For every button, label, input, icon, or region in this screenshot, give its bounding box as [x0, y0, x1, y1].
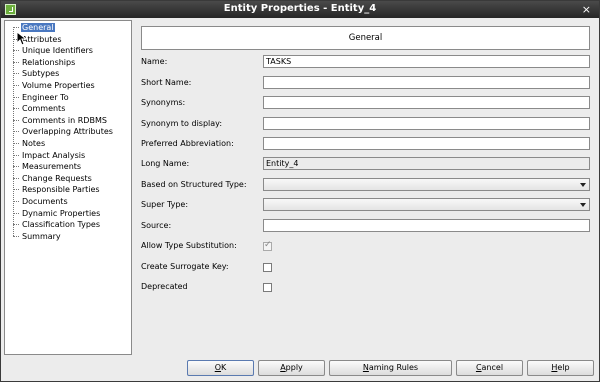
- tree-item-change-requests[interactable]: Change Requests: [13, 173, 93, 184]
- super-type-label: Super Type:: [141, 200, 189, 209]
- super-type-select[interactable]: [263, 198, 590, 211]
- tree-item-label: Attributes: [22, 34, 62, 44]
- chevron-down-icon: [580, 183, 586, 187]
- tree-connector: [13, 224, 19, 226]
- tree-item-classification-types[interactable]: Classification Types: [13, 219, 101, 230]
- tree-connector: [13, 119, 19, 121]
- chevron-down-icon: [580, 203, 586, 207]
- name-label: Name:: [141, 57, 168, 66]
- allow-type-substitution-checkbox: [263, 240, 272, 251]
- synonyms-label: Synonyms:: [141, 98, 186, 107]
- tree-connector: [13, 189, 19, 191]
- tree-item-label: Comments in RDBMS: [22, 115, 107, 125]
- naming-label-rest: aming Rules: [368, 363, 419, 372]
- name-field[interactable]: TASKS: [263, 55, 590, 68]
- tree-item-comments[interactable]: Comments: [13, 103, 66, 114]
- tree-item-label: Subtypes: [22, 69, 60, 79]
- tree-connector: [13, 108, 19, 110]
- tree-item-responsible-parties[interactable]: Responsible Parties: [13, 184, 101, 195]
- tree-item-label: Classification Types: [22, 220, 101, 230]
- preferred-abbreviation-label: Preferred Abbreviation:: [141, 139, 234, 148]
- tree-item-label: Volume Properties: [22, 81, 95, 90]
- tree-item-label: Overlapping Attributes: [22, 127, 113, 137]
- synonym-display-label: Synonym to display:: [141, 119, 223, 128]
- tree-connector: [13, 177, 19, 179]
- tree-item-comments-in-rdbms[interactable]: Comments in RDBMS: [13, 115, 108, 126]
- based-on-structured-type-label: Based on Structured Type:: [141, 180, 247, 189]
- ok-button[interactable]: OK: [187, 360, 254, 376]
- create-surrogate-key-checkbox[interactable]: [263, 263, 272, 272]
- tree-connector: [13, 154, 19, 156]
- tree-item-documents[interactable]: Documents: [13, 196, 69, 207]
- tree-connector: [13, 50, 19, 52]
- tree-item-subtypes[interactable]: Subtypes: [13, 68, 60, 79]
- deprecated-checkbox[interactable]: [263, 283, 272, 292]
- tree-item-label: Dynamic Properties: [22, 208, 101, 218]
- tree-connector: [13, 73, 19, 75]
- tree-item-unique-identifiers[interactable]: Unique Identifiers: [13, 45, 94, 56]
- apply-label-rest: pply: [285, 363, 303, 372]
- tree-item-label: Comments: [22, 104, 66, 114]
- tree-item-label: Unique Identifiers: [22, 46, 93, 56]
- tree-connector: [13, 201, 19, 202]
- cancel-button[interactable]: Cancel: [456, 360, 523, 376]
- cancel-label-rest: ancel: [481, 363, 504, 372]
- tree-item-measurements[interactable]: Measurements: [13, 161, 82, 172]
- tree-connector: [13, 96, 19, 98]
- close-icon[interactable]: ×: [582, 3, 591, 16]
- tree-item-label: Measurements: [22, 162, 82, 172]
- entity-properties-dialog: Entity Properties - Entity_4 × General At…: [0, 0, 600, 382]
- tree-connector: [13, 61, 19, 63]
- long-name-label: Long Name:: [141, 159, 190, 168]
- synonyms-field[interactable]: [263, 96, 590, 109]
- tree-connector: [13, 27, 19, 28]
- tree-connector: [13, 166, 19, 168]
- tree-connector: [13, 212, 19, 214]
- allow-type-substitution-label: Allow Type Substitution:: [141, 241, 237, 250]
- tree-item-engineer-to[interactable]: Engineer To: [13, 92, 70, 103]
- preferred-abbreviation-field[interactable]: [263, 137, 590, 150]
- short-name-label: Short Name:: [141, 78, 192, 87]
- tree-item-label: Notes: [22, 139, 46, 148]
- category-tree: General Attributes Unique Identifiers Relat…: [4, 20, 132, 355]
- synonym-display-field[interactable]: [263, 117, 590, 130]
- short-name-field[interactable]: [263, 76, 590, 89]
- tree-item-label: Relationships: [22, 57, 76, 67]
- window-title: Entity Properties - Entity_4: [223, 3, 377, 14]
- tree-item-label: Responsible Parties: [22, 185, 100, 195]
- based-on-structured-type-select[interactable]: [263, 178, 590, 191]
- naming-rules-button[interactable]: Naming Rules: [329, 360, 452, 376]
- tree-item-dynamic-properties[interactable]: Dynamic Properties: [13, 208, 101, 219]
- panel-header: General: [141, 26, 590, 50]
- help-button[interactable]: Help: [527, 360, 594, 376]
- tree-item-label: Change Requests: [22, 173, 92, 183]
- apply-button[interactable]: Apply: [258, 360, 325, 376]
- tree-item-label: Summary: [22, 231, 61, 241]
- tree-connector: [13, 235, 19, 237]
- tree-item-label: Impact Analysis: [22, 150, 86, 160]
- tree-connector: [13, 143, 19, 144]
- tree-connector: [13, 131, 19, 133]
- tree-item-impact-analysis[interactable]: Impact Analysis: [13, 150, 86, 161]
- long-name-field: Entity_4: [263, 157, 590, 170]
- source-field[interactable]: [263, 219, 590, 232]
- title-bar[interactable]: Entity Properties - Entity_4 ×: [1, 1, 599, 18]
- tree-item-notes[interactable]: Notes: [13, 138, 46, 149]
- tree-item-overlapping-attributes[interactable]: Overlapping Attributes: [13, 126, 114, 137]
- tree-item-summary[interactable]: Summary: [13, 231, 62, 242]
- tree-item-label: General: [21, 23, 55, 32]
- deprecated-label: Deprecated: [141, 282, 188, 291]
- tree-item-volume-properties[interactable]: Volume Properties: [13, 80, 96, 91]
- tree-item-label: Engineer To: [22, 92, 69, 102]
- source-label: Source:: [141, 221, 172, 230]
- tree-item-label: Documents: [22, 197, 68, 206]
- help-label-rest: elp: [557, 363, 570, 372]
- tree-item-relationships[interactable]: Relationships: [13, 57, 76, 68]
- ok-label-rest: K: [221, 363, 227, 372]
- create-surrogate-key-label: Create Surrogate Key:: [141, 262, 229, 271]
- tree-connector: [13, 85, 19, 86]
